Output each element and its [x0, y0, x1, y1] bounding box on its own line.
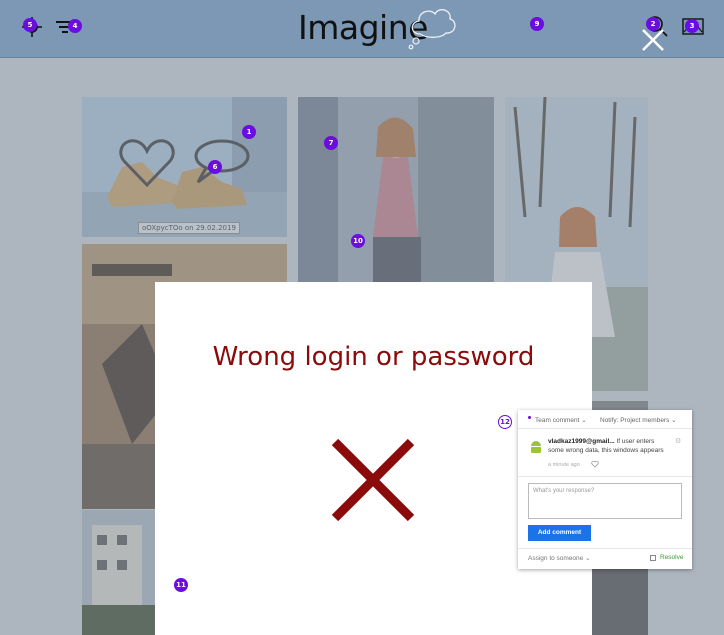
divider	[518, 428, 692, 429]
photo-boots[interactable]: oOXpycTOo on 29.02.2019	[82, 97, 287, 237]
resolve-label[interactable]: Resolve	[660, 554, 683, 561]
comment-text: vladkaz1999@gmail... If user enters some…	[548, 438, 668, 455]
annotation-badge: 9	[530, 17, 544, 31]
annotation-badge: 5	[23, 18, 37, 32]
annotation-badge: 6	[208, 160, 222, 174]
like-icon[interactable]	[591, 460, 599, 468]
close-icon[interactable]	[641, 28, 665, 52]
divider	[518, 476, 692, 477]
notify-dropdown[interactable]: Notify: Project members ⌄	[600, 416, 677, 424]
annotation-badge: 4	[68, 19, 82, 33]
comment-panel-header: Team comment ⌄ Notify: Project members ⌄	[518, 410, 692, 428]
comment-icon[interactable]	[192, 138, 250, 184]
annotation-badge: 1	[242, 125, 256, 139]
annotation-badge: 7	[324, 136, 338, 150]
photo-caption: oOXpycTOo on 29.02.2019	[138, 222, 240, 234]
comment-dot	[528, 416, 531, 419]
team-comment-label: Team comment	[535, 417, 580, 424]
annotation-badge: 11	[174, 578, 188, 592]
response-input[interactable]: What's your response?	[528, 483, 682, 519]
comment-panel: Team comment ⌄ Notify: Project members ⌄…	[518, 410, 692, 569]
thought-cloud-icon	[408, 9, 456, 50]
annotation-badge: 10	[351, 234, 365, 248]
add-comment-button[interactable]: Add comment	[528, 525, 591, 541]
notify-label: Notify: Project members	[600, 417, 670, 424]
assign-label: Assign to someone	[528, 555, 584, 562]
comment-user: vladkaz1999@gmail...	[548, 438, 615, 445]
comment-time: a minute ago	[548, 462, 580, 468]
divider	[518, 548, 692, 549]
heart-icon[interactable]	[118, 137, 176, 189]
annotation-badge: 3	[685, 19, 699, 33]
team-comment-dropdown[interactable]: Team comment ⌄	[535, 416, 587, 424]
top-header: 5 4 Imagine 9 2 3	[0, 0, 724, 58]
photo-building[interactable]	[82, 510, 155, 635]
android-avatar-icon	[531, 441, 541, 453]
error-x-icon	[331, 438, 415, 522]
error-message: Wrong login or password	[212, 342, 535, 372]
resolve-checkbox[interactable]	[650, 555, 656, 561]
gear-icon[interactable]: ⚙	[675, 437, 681, 445]
annotation-badge: 12	[498, 415, 512, 429]
assign-dropdown[interactable]: Assign to someone ⌄	[528, 554, 591, 562]
